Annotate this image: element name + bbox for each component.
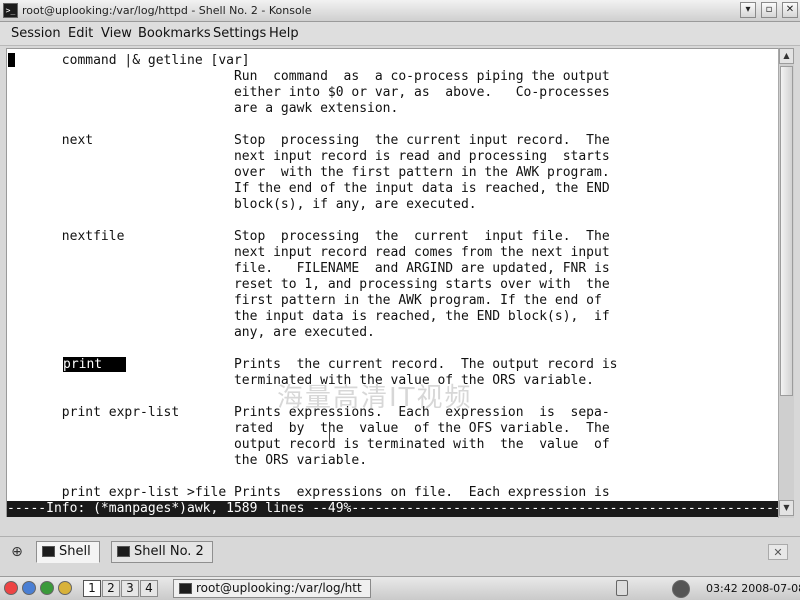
watermark-text: 海量高清IT视频 xyxy=(277,383,473,413)
menu-edit[interactable]: Edit xyxy=(68,26,93,41)
terminal-icon xyxy=(179,583,192,594)
tab-shell[interactable]: Shell xyxy=(36,541,100,563)
pager-desktop-2[interactable]: 2 xyxy=(102,580,120,597)
menu-bar: Session Edit View Bookmarks Settings Hel… xyxy=(0,22,800,46)
close-button[interactable]: ✕ xyxy=(782,2,798,18)
browser-icon[interactable] xyxy=(40,581,54,595)
terminal-line: next input record read comes from the ne… xyxy=(7,245,610,260)
terminal-line: next Stop processing the current input r… xyxy=(7,133,610,148)
menu-settings[interactable]: Settings xyxy=(213,26,266,41)
menu-bookmarks[interactable]: Bookmarks xyxy=(138,26,211,41)
clipboard-icon[interactable] xyxy=(616,580,628,596)
terminal-line: Run command as a co-process piping the o… xyxy=(7,69,610,84)
scroll-up-arrow-icon[interactable]: ▲ xyxy=(779,48,794,64)
selected-word-print[interactable]: print xyxy=(63,357,126,372)
taskbar-clock[interactable]: 03:42 2008-07-08 xyxy=(706,582,800,595)
terminal-line: command |& getline [var] xyxy=(7,53,250,68)
tab-shell-no-2[interactable]: Shell No. 2 xyxy=(111,541,213,563)
terminal-icon xyxy=(42,546,55,557)
terminal-line: next input record is read and processing… xyxy=(7,149,610,164)
file-manager-icon[interactable] xyxy=(58,581,72,595)
info-status-line: -----Info: (*manpages*)awk, 1589 lines -… xyxy=(7,501,779,517)
terminal-line: rated by the value of the OFS variable. … xyxy=(7,421,610,436)
task-label: root@uplooking:/var/log/htt xyxy=(196,581,362,595)
start-menu-icon[interactable] xyxy=(4,581,18,595)
new-session-icon[interactable]: ⊕ xyxy=(6,543,28,561)
close-session-icon[interactable]: ✕ xyxy=(768,544,788,560)
pager-desktop-1[interactable]: 1 xyxy=(83,580,101,597)
terminal-line: over with the first pattern in the AWK p… xyxy=(7,165,610,180)
terminal-line: are a gawk extension. xyxy=(7,101,399,116)
pager-desktop-3[interactable]: 3 xyxy=(121,580,139,597)
show-desktop-icon[interactable] xyxy=(22,581,36,595)
window-titlebar[interactable]: >_ root@uplooking:/var/log/httpd - Shell… xyxy=(0,0,800,22)
pager-desktop-4[interactable]: 4 xyxy=(140,580,158,597)
terminal-line: either into $0 or var, as above. Co-proc… xyxy=(7,85,610,100)
terminal-line: print expr-list >file Prints expressions… xyxy=(7,485,610,500)
menu-view[interactable]: View xyxy=(101,26,132,41)
terminal-line: block(s), if any, are executed. xyxy=(7,197,477,212)
window-title: root@uplooking:/var/log/httpd - Shell No… xyxy=(22,4,312,17)
terminal-line: reset to 1, and processing starts over w… xyxy=(7,277,610,292)
scroll-down-arrow-icon[interactable]: ▼ xyxy=(779,500,794,516)
minimize-button[interactable]: ▾ xyxy=(740,2,756,18)
konsole-app-icon[interactable]: >_ xyxy=(3,3,18,18)
maximize-button[interactable]: ▫ xyxy=(761,2,777,18)
taskbar-konsole-button[interactable]: root@uplooking:/var/log/htt xyxy=(173,579,371,598)
menu-help[interactable]: Help xyxy=(269,26,299,41)
terminal-line: first pattern in the AWK program. If the… xyxy=(7,293,602,308)
scrollbar-thumb[interactable] xyxy=(780,66,793,396)
tab-label: Shell No. 2 xyxy=(134,544,204,559)
terminal-line: If the end of the input data is reached,… xyxy=(7,181,610,196)
taskbar: 1 2 3 4 root@uplooking:/var/log/htt 03:4… xyxy=(0,576,800,600)
terminal-line: nextfile Stop processing the current inp… xyxy=(7,229,610,244)
terminal-icon xyxy=(117,546,130,557)
terminal-line-highlighted-print[interactable]: print xyxy=(63,357,126,373)
terminal-line: file. FILENAME and ARGIND are updated, F… xyxy=(7,261,610,276)
menu-session[interactable]: Session xyxy=(11,26,61,41)
terminal-line: any, are executed. xyxy=(7,325,375,340)
terminal-scrollbar[interactable]: ▲ ▼ xyxy=(778,48,794,518)
volume-icon[interactable] xyxy=(672,580,690,598)
tab-label: Shell xyxy=(59,544,91,559)
session-tab-bar: ⊕ Shell Shell No. 2 ✕ xyxy=(0,536,800,566)
terminal-line: output record is terminated with the val… xyxy=(7,437,610,452)
terminal-view[interactable]: command |& getline [var] Run command as … xyxy=(6,48,779,517)
terminal-line: the input data is reached, the END block… xyxy=(7,309,610,324)
terminal-line: the ORS variable. xyxy=(7,453,368,468)
mouse-ibeam-icon xyxy=(329,431,330,447)
